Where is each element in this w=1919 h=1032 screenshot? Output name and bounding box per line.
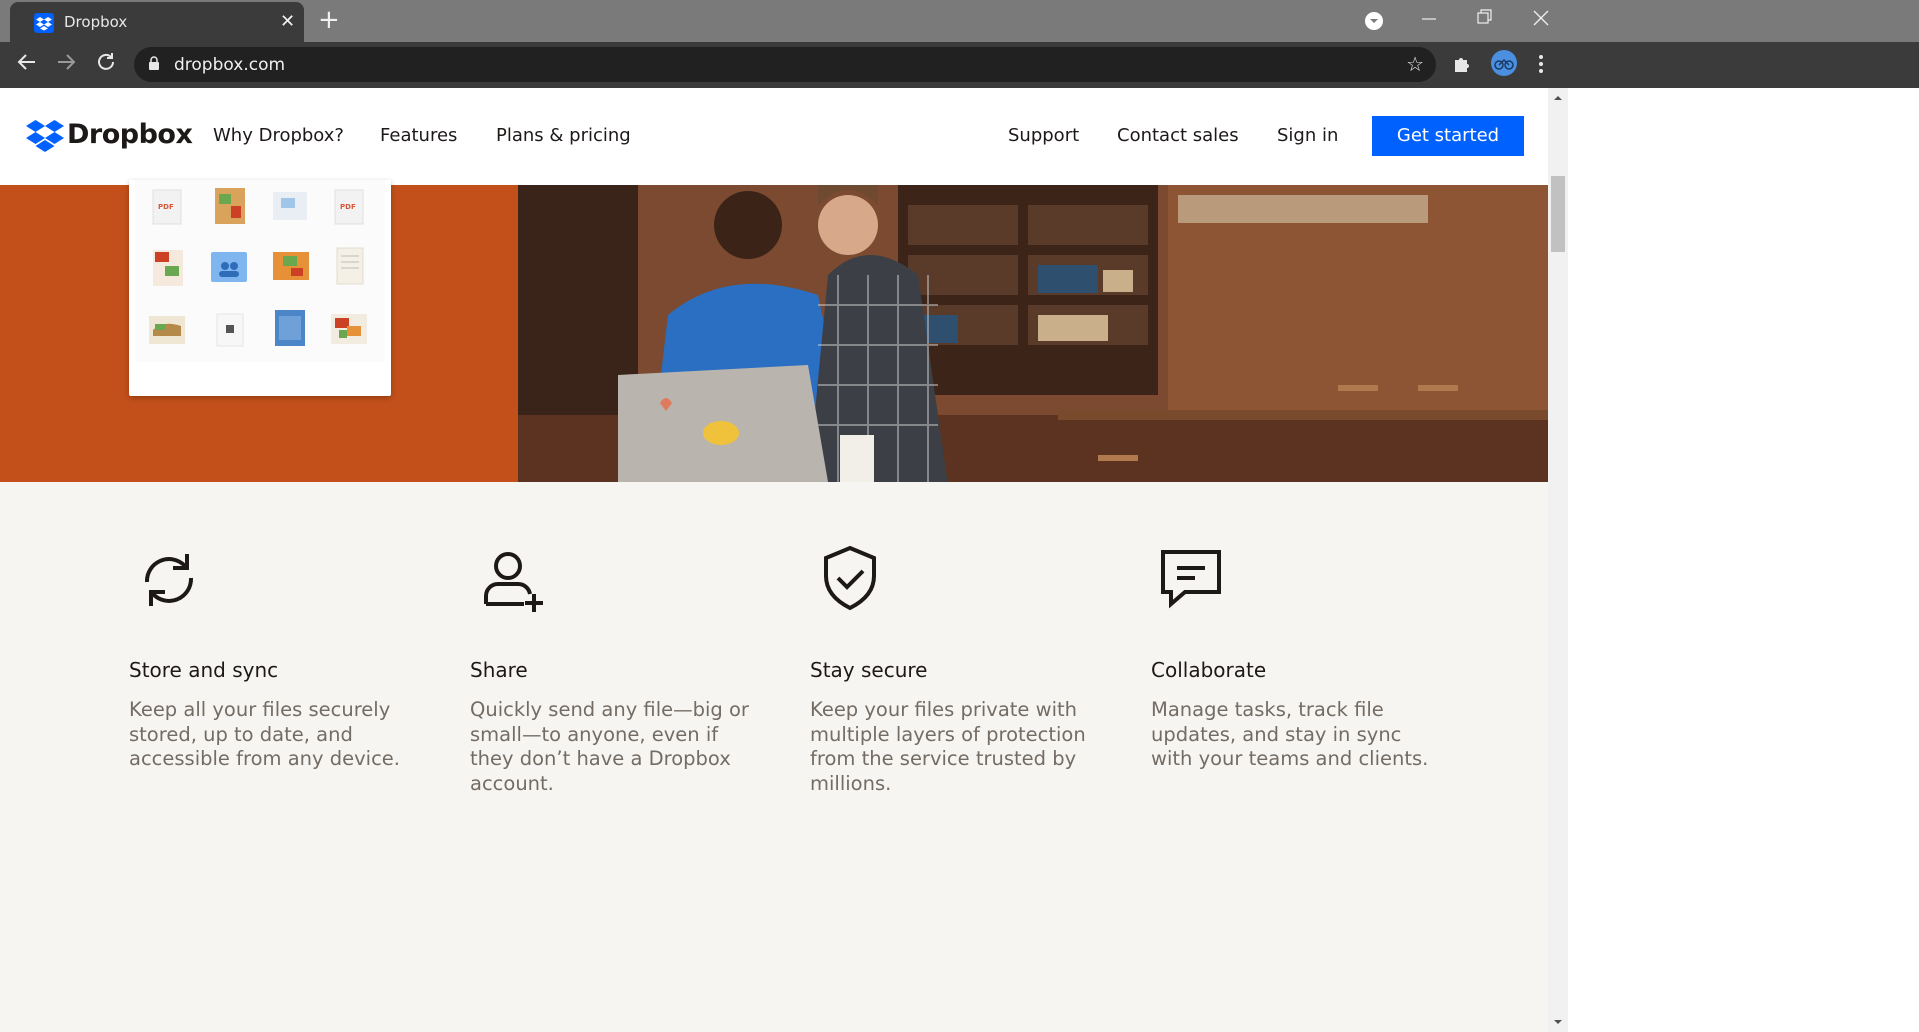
brand-wordmark[interactable]: Dropbox <box>67 119 193 150</box>
feature-title: Share <box>470 658 528 682</box>
profile-menu-icon[interactable] <box>1364 0 1384 42</box>
site-header: Dropbox Why Dropbox? Features Plans & pr… <box>0 88 1548 185</box>
browser-tab[interactable]: Dropbox ✕ <box>10 2 304 42</box>
nav-why-dropbox[interactable]: Why Dropbox? <box>213 125 344 146</box>
chat-icon <box>1161 550 1221 609</box>
library-photo-image <box>518 185 1548 482</box>
nav-plans-pricing[interactable]: Plans & pricing <box>496 125 631 146</box>
get-started-button[interactable]: Get started <box>1372 116 1524 156</box>
hero-photo <box>518 185 1548 482</box>
avatar[interactable] <box>1490 49 1518 81</box>
feature-title: Stay secure <box>810 658 928 682</box>
new-tab-icon[interactable]: + <box>318 6 340 34</box>
browser-tabbar: Dropbox ✕ + <box>0 0 1919 42</box>
dropbox-favicon-icon <box>34 13 54 33</box>
scrollbar-thumb[interactable] <box>1551 176 1565 252</box>
hero-section: PDF PDF <box>0 180 1548 482</box>
browser-menu-icon[interactable] <box>1534 50 1548 82</box>
tab-title: Dropbox <box>64 13 128 31</box>
tab-close-icon[interactable]: ✕ <box>280 11 295 32</box>
pdf-label-1: PDF <box>158 203 174 211</box>
nav-support[interactable]: Support <box>1008 125 1079 146</box>
lock-icon <box>149 56 159 70</box>
extensions-icon[interactable] <box>1452 50 1474 82</box>
scroll-down-icon[interactable] <box>1548 1012 1568 1032</box>
back-icon[interactable] <box>16 51 38 80</box>
pdf-label-2: PDF <box>340 203 356 211</box>
nav-sign-in[interactable]: Sign in <box>1277 125 1338 146</box>
features-section: Store and sync Keep all your files secur… <box>0 482 1548 1032</box>
minimize-icon[interactable] <box>1420 0 1438 42</box>
nav-features[interactable]: Features <box>380 125 457 146</box>
feature-description: Manage tasks, track file updates, and st… <box>1151 698 1429 770</box>
feature-description: Keep your files private with multiple la… <box>810 698 1086 795</box>
nav-contact-sales[interactable]: Contact sales <box>1117 125 1239 146</box>
feature-title: Store and sync <box>129 658 279 682</box>
file-grid: PDF PDF <box>135 180 385 362</box>
address-bar[interactable]: dropbox.com ☆ <box>134 47 1436 82</box>
bookmark-star-icon[interactable]: ☆ <box>1406 52 1424 76</box>
feature-description: Keep all your files securely stored, up … <box>129 698 400 770</box>
browser-toolbar: dropbox.com ☆ <box>0 42 1919 88</box>
dropbox-logo-icon[interactable] <box>26 118 64 156</box>
sync-icon <box>144 554 194 606</box>
restore-icon[interactable] <box>1476 0 1494 42</box>
scroll-up-icon[interactable] <box>1548 88 1568 108</box>
feature-description: Quickly send any file—big or small—to an… <box>470 698 749 795</box>
blank-area <box>1568 88 1919 1032</box>
hero-orange-panel: PDF PDF <box>0 180 518 482</box>
feature-title: Collaborate <box>1151 658 1267 682</box>
reload-icon[interactable] <box>95 51 117 80</box>
file-browser-mockup: PDF PDF <box>129 180 391 396</box>
page-viewport: Dropbox Why Dropbox? Features Plans & pr… <box>0 88 1919 1032</box>
page-scrollbar[interactable] <box>1548 88 1568 1032</box>
forward-icon[interactable] <box>55 51 77 80</box>
window-close-icon[interactable] <box>1532 0 1550 42</box>
shield-check-icon <box>824 545 876 611</box>
add-user-icon <box>484 552 543 612</box>
url-text: dropbox.com <box>174 55 286 75</box>
